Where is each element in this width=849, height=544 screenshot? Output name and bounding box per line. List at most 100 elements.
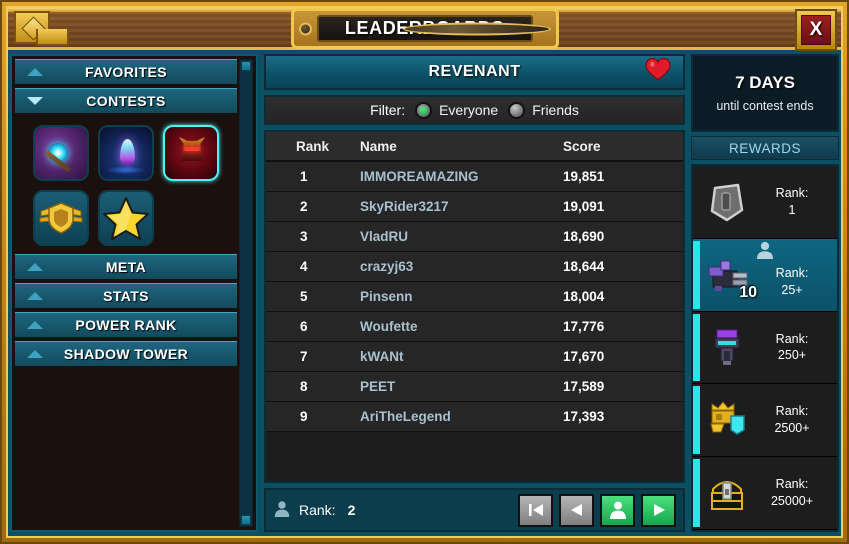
sidebar-item-power-rank[interactable]: POWER RANK xyxy=(15,312,237,337)
reward-text: Rank: 1 xyxy=(751,185,837,219)
row-rank: 1 xyxy=(300,169,308,184)
column-header-score: Score xyxy=(563,138,601,154)
soul-flame-contest-icon[interactable] xyxy=(98,125,154,181)
chevron-up-icon xyxy=(27,350,43,358)
chevron-up-icon xyxy=(27,263,43,271)
chevron-up-icon xyxy=(27,292,43,300)
reward-rank-value: 25+ xyxy=(781,282,803,297)
reward-tick xyxy=(693,240,700,309)
scroll-up-handle[interactable] xyxy=(241,61,251,71)
reward-rank-label: Rank: xyxy=(775,477,809,492)
column-header-name: Name xyxy=(360,138,397,154)
my-rank: Rank: 2 xyxy=(273,500,355,521)
timer-subtitle: until contest ends xyxy=(716,99,814,113)
table-row[interactable]: 6 Woufette 17,776 xyxy=(266,312,683,342)
reward-text: Rank: 25000+ xyxy=(751,476,837,510)
table-row[interactable]: 8 PEET 17,589 xyxy=(266,372,683,402)
reward-rank-label: Rank: xyxy=(775,331,809,346)
table-row[interactable]: 9 AriTheLegend 17,393 xyxy=(266,402,683,432)
purple-cannon-reward-icon: 10 xyxy=(703,251,757,301)
sidebar-item-favorites[interactable]: FAVORITES xyxy=(15,59,237,84)
filter-bar: Filter: Everyone Friends xyxy=(264,95,685,125)
sidebar-item-label: POWER RANK xyxy=(75,317,177,333)
reward-row[interactable]: 10 Rank: 25+ xyxy=(693,238,837,312)
reward-row[interactable]: Rank: 25000+ xyxy=(693,457,837,530)
column-header-rank: Rank xyxy=(296,138,330,154)
scroll-down-handle[interactable] xyxy=(241,515,251,525)
row-rank: 3 xyxy=(300,229,308,244)
row-score: 18,644 xyxy=(563,259,605,274)
sidebar-item-label: SHADOW TOWER xyxy=(63,346,189,362)
title-bar: LEADERBOARDS X xyxy=(8,8,841,51)
row-name: crazyj63 xyxy=(360,259,414,274)
rewards-panel: 7 DAYS until contest ends REWARDS Rank: xyxy=(691,54,839,532)
table-row[interactable]: 7 kWANt 17,670 xyxy=(266,342,683,372)
sidebar-item-label: CONTESTS xyxy=(86,93,166,109)
chevron-down-icon xyxy=(27,97,43,105)
ornament-bracket xyxy=(36,29,69,46)
rewards-list: Rank: 1 10 Rank: 25+ Rank: 250+ Rank: 25… xyxy=(691,164,839,532)
reward-tick xyxy=(693,459,700,527)
heart-icon[interactable] xyxy=(645,57,671,87)
winged-shield-badge-icon[interactable] xyxy=(33,190,89,246)
reward-rank-label: Rank: xyxy=(775,265,809,280)
reward-row[interactable]: Rank: 250+ xyxy=(693,311,837,385)
row-score: 17,393 xyxy=(563,409,605,424)
row-rank: 6 xyxy=(300,319,308,334)
reward-tick xyxy=(693,313,700,382)
row-score: 17,589 xyxy=(563,379,605,394)
row-name: Pinsenn xyxy=(360,289,413,304)
sidebar-scrollbar[interactable] xyxy=(239,59,253,527)
reward-row[interactable]: Rank: 1 xyxy=(693,166,837,239)
my-position-button[interactable] xyxy=(600,493,635,527)
gold-star-badge-icon[interactable] xyxy=(98,190,154,246)
reward-quantity: 10 xyxy=(739,283,757,301)
table-row[interactable]: 3 VladRU 18,690 xyxy=(266,222,683,252)
pagination-controls xyxy=(518,493,676,527)
first-page-button[interactable] xyxy=(518,493,553,527)
row-score: 18,004 xyxy=(563,289,605,304)
close-button[interactable]: X xyxy=(795,9,837,51)
table-row[interactable]: 1 IMMOREAMAZING 19,851 xyxy=(266,162,683,192)
table-header-row: Rank Name Score xyxy=(266,132,683,162)
filter-option-everyone[interactable]: Everyone xyxy=(415,101,498,119)
row-score: 17,776 xyxy=(563,319,605,334)
revenant-demon-contest-icon[interactable] xyxy=(163,125,219,181)
table-row[interactable]: 5 Pinsenn 18,004 xyxy=(266,282,683,312)
page-title: REVENANT xyxy=(428,63,521,80)
close-icon: X xyxy=(801,15,831,45)
reward-row[interactable]: Rank: 2500+ xyxy=(693,384,837,458)
contest-icon-grid xyxy=(15,117,243,254)
reward-rank-label: Rank: xyxy=(775,404,809,419)
sidebar-item-shadow-tower[interactable]: SHADOW TOWER xyxy=(15,341,237,366)
filter-option-friends[interactable]: Friends xyxy=(508,101,579,119)
row-name: Woufette xyxy=(360,319,418,334)
filter-option-label: Friends xyxy=(532,102,579,118)
reward-text: Rank: 250+ xyxy=(751,331,837,365)
reward-tick xyxy=(693,386,700,455)
plate-rivet-right-icon xyxy=(402,22,551,35)
reward-rank-value: 250+ xyxy=(777,348,807,363)
row-rank: 4 xyxy=(300,259,308,274)
next-page-button[interactable] xyxy=(641,493,676,527)
sidebar-item-label: FAVORITES xyxy=(85,64,167,80)
filter-label: Filter: xyxy=(370,102,406,118)
row-rank: 9 xyxy=(300,409,308,424)
reward-rank-value: 25000+ xyxy=(770,494,814,509)
table-row[interactable]: 2 SkyRider3217 19,091 xyxy=(266,192,683,222)
sidebar-item-contests[interactable]: CONTESTS xyxy=(15,88,237,113)
sidebar-item-stats[interactable]: STATS xyxy=(15,283,237,308)
my-rank-value: 2 xyxy=(347,502,356,518)
leaderboard-footer: Rank: 2 xyxy=(264,488,685,532)
previous-page-button[interactable] xyxy=(559,493,594,527)
chevron-up-icon xyxy=(27,68,43,76)
row-name: kWANt xyxy=(360,349,404,364)
table-row[interactable]: 4 crazyj63 18,644 xyxy=(266,252,683,282)
row-name: SkyRider3217 xyxy=(360,199,449,214)
contest-timer: 7 DAYS until contest ends xyxy=(691,54,839,132)
row-rank: 8 xyxy=(300,379,308,394)
sidebar-item-meta[interactable]: META xyxy=(15,254,237,279)
my-rank-label: Rank: xyxy=(299,502,336,518)
staff-orb-contest-icon[interactable] xyxy=(33,125,89,181)
sidebar: FAVORITES CONTESTS META STATS POWER RANK… xyxy=(10,54,258,532)
